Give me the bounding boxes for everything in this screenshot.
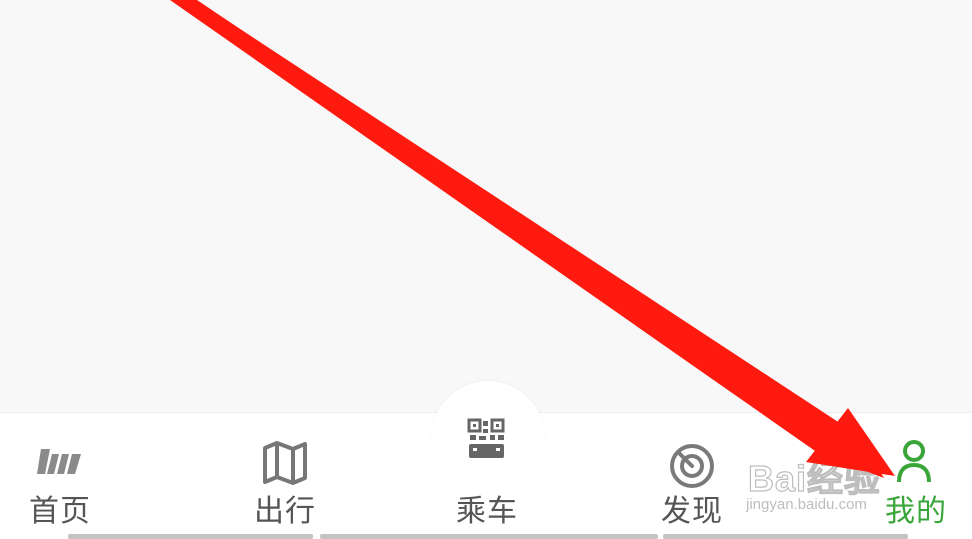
qr-bus-icon <box>467 418 505 458</box>
baidu-jingyan-watermark: Bai经验 jingyan.baidu.com <box>742 448 942 518</box>
tab-ride-label: 乘车 <box>456 494 518 529</box>
app-screen: 首页 出行 乘车 发现 我的 Bai经验 jingyan.baidu.com <box>0 0 972 539</box>
tab-ride[interactable]: 乘车 <box>427 412 547 539</box>
bottom-edge-bar <box>663 534 908 539</box>
tab-find-label: 发现 <box>661 494 723 529</box>
tab-travel-label: 出行 <box>254 494 316 529</box>
tab-find[interactable]: 发现 <box>632 412 752 539</box>
tab-travel[interactable]: 出行 <box>225 412 345 539</box>
map-icon <box>263 441 307 485</box>
bottom-edge-bar <box>320 534 658 539</box>
content-area <box>0 0 972 412</box>
watermark-url: jingyan.baidu.com <box>746 496 867 513</box>
tab-home-label: 首页 <box>29 494 91 529</box>
bottom-edge-bar <box>68 534 313 539</box>
radar-icon <box>670 444 714 488</box>
watermark-brand: Bai经验 <box>747 457 882 499</box>
tab-home[interactable]: 首页 <box>0 412 120 539</box>
home-logo-icon <box>37 449 81 474</box>
